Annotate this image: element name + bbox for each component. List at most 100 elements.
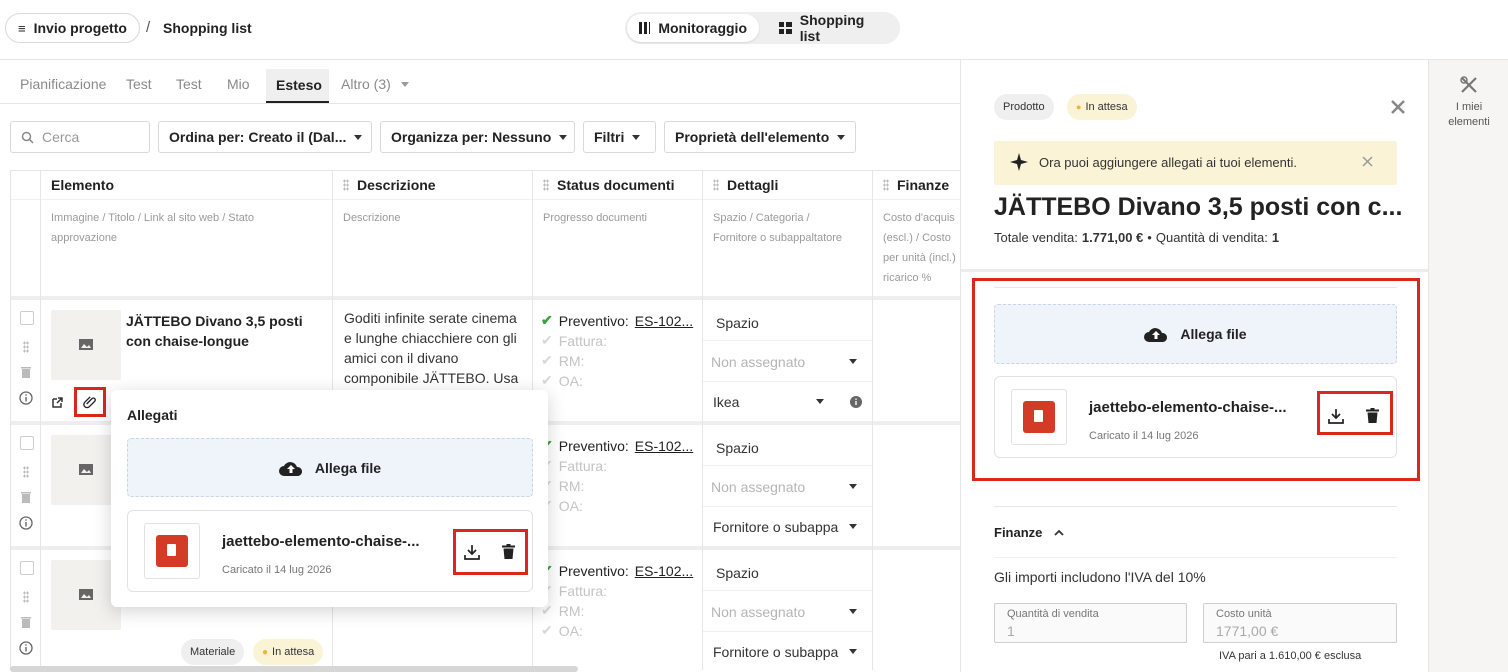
- item-detail-panel: Prodotto ● In attesa Ora puoi aggiungere …: [960, 60, 1429, 672]
- columns-icon: [639, 22, 651, 34]
- drag-handle-icon[interactable]: [23, 591, 29, 603]
- sparkle-icon: [1010, 153, 1028, 171]
- file-name[interactable]: jaettebo-elemento-chaise-...: [222, 533, 420, 550]
- item-thumbnail[interactable]: [51, 310, 121, 380]
- col-subheader-status: Progresso documenti: [543, 208, 647, 228]
- file-date: Caricato il 14 lug 2026: [222, 564, 332, 576]
- sort-dropdown[interactable]: Ordina per: Creato il (Dal...: [158, 121, 372, 153]
- col-header-label: Finanze: [897, 177, 950, 193]
- tab-more[interactable]: Altro (3): [341, 76, 409, 92]
- col-header-details[interactable]: Dettagli: [713, 170, 778, 200]
- row-checkbox[interactable]: [20, 561, 34, 575]
- attach-file-dropzone[interactable]: Allega file: [994, 304, 1397, 364]
- chevron-down-icon: [849, 524, 857, 529]
- finance-section-toggle[interactable]: Finanze: [994, 525, 1065, 540]
- toggle-monitoraggio[interactable]: Monitoraggio: [627, 14, 759, 42]
- section-divider: [994, 557, 1397, 558]
- close-icon[interactable]: [1362, 156, 1373, 167]
- info-icon[interactable]: [850, 396, 862, 408]
- item-title-line: JÄTTEBO Divano 3,5 posti: [126, 313, 303, 329]
- file-preview[interactable]: [144, 523, 200, 579]
- check-icon: ✔: [541, 332, 553, 348]
- col-header-status[interactable]: Status documenti: [543, 170, 674, 200]
- col-header-finance[interactable]: Finanze: [883, 170, 949, 200]
- horizontal-scrollbar[interactable]: [10, 666, 578, 672]
- header-bottom-border: [10, 296, 960, 300]
- quantity-field[interactable]: Quantità di vendita 1: [994, 603, 1187, 643]
- trash-icon[interactable]: [1366, 408, 1379, 423]
- search-box[interactable]: Cerca: [10, 121, 150, 153]
- paperclip-icon[interactable]: [83, 395, 97, 409]
- popover-title: Allegati: [127, 407, 178, 423]
- download-icon[interactable]: [464, 544, 480, 560]
- space-field[interactable]: Spazio: [716, 565, 759, 581]
- col-header-description[interactable]: Descrizione: [343, 170, 436, 200]
- item-title[interactable]: JÄTTEBO Divano 3,5 posti con chaise-long…: [126, 311, 303, 351]
- description-line: amici con il divano: [344, 350, 459, 366]
- row-checkbox[interactable]: [20, 311, 34, 325]
- trash-icon[interactable]: [20, 490, 32, 503]
- check-icon: ✔: [541, 312, 553, 328]
- info-icon[interactable]: [19, 516, 33, 530]
- organize-dropdown[interactable]: Organizza per: Nessuno: [380, 121, 575, 153]
- category-select[interactable]: Non assegnato: [711, 479, 805, 495]
- info-icon[interactable]: [19, 641, 33, 655]
- properties-label: Proprietà dell'elemento: [675, 129, 830, 145]
- file-preview[interactable]: [1011, 389, 1067, 445]
- space-field[interactable]: Spazio: [716, 315, 759, 331]
- tab-esteso[interactable]: Esteso: [266, 69, 329, 103]
- info-banner: Ora puoi aggiungere allegati ai tuoi ele…: [994, 141, 1397, 185]
- quote-link[interactable]: ES-102...: [635, 438, 693, 454]
- row-checkbox[interactable]: [20, 436, 34, 450]
- col-header-element[interactable]: Elemento: [51, 170, 114, 200]
- sort-label: Ordina per: Creato il (Dal...: [169, 129, 347, 145]
- drag-handle-icon[interactable]: [543, 179, 549, 191]
- drag-handle-icon[interactable]: [23, 341, 29, 353]
- toggle-shopping-list-label: Shopping list: [799, 12, 865, 44]
- attach-file-dropzone[interactable]: Allega file: [127, 438, 533, 497]
- tab-pianificazione[interactable]: Pianificazione: [20, 76, 106, 92]
- item-title[interactable]: JÄTTEBO Divano 3,5 posti con c...: [994, 193, 1402, 222]
- product-chip[interactable]: Prodotto: [994, 94, 1054, 120]
- download-icon[interactable]: [1328, 408, 1344, 424]
- document-icon: [1023, 401, 1055, 433]
- external-link-icon[interactable]: [51, 396, 64, 409]
- supplier-select[interactable]: Ikea: [713, 394, 739, 410]
- supplier-select[interactable]: Fornitore o subappa: [713, 519, 838, 535]
- trash-icon[interactable]: [502, 544, 515, 559]
- tab-test-1[interactable]: Test: [126, 76, 152, 92]
- info-icon[interactable]: [19, 391, 33, 405]
- properties-dropdown[interactable]: Proprietà dell'elemento: [664, 121, 856, 153]
- material-chip[interactable]: Materiale: [181, 639, 245, 665]
- supplier-select[interactable]: Fornitore o subappa: [713, 644, 838, 660]
- quote-link[interactable]: ES-102...: [635, 563, 693, 579]
- category-select[interactable]: Non assegnato: [711, 354, 805, 370]
- trash-icon[interactable]: [20, 615, 32, 628]
- filters-dropdown[interactable]: Filtri: [583, 121, 656, 153]
- tab-mio[interactable]: Mio: [227, 76, 250, 92]
- unit-cost-field[interactable]: Costo unità 1771,00 €: [1203, 603, 1397, 643]
- doc-quote: ✔ Preventivo: ES-102...: [541, 312, 693, 329]
- drag-handle-icon[interactable]: [343, 179, 349, 191]
- doc-label: RM:: [558, 477, 585, 494]
- space-field[interactable]: Spazio: [716, 440, 759, 456]
- cloud-upload-icon: [1144, 328, 1168, 342]
- toggle-shopping-list[interactable]: Shopping list: [767, 12, 899, 44]
- drag-handle-icon[interactable]: [713, 179, 719, 191]
- drag-handle-icon[interactable]: [883, 179, 889, 191]
- bullet-separator: •: [1147, 230, 1152, 245]
- quote-link[interactable]: ES-102...: [635, 313, 693, 329]
- close-icon[interactable]: [1391, 100, 1405, 114]
- drag-handle-icon[interactable]: [23, 466, 29, 478]
- item-description[interactable]: Goditi infinite serate cinema e lunghe c…: [344, 308, 518, 388]
- file-name[interactable]: jaettebo-elemento-chaise-...: [1089, 399, 1287, 416]
- category-select[interactable]: Non assegnato: [711, 604, 805, 620]
- my-elements-button[interactable]: I miei elementi: [1429, 76, 1508, 130]
- trash-icon[interactable]: [20, 365, 32, 378]
- status-badge[interactable]: ● In attesa: [253, 639, 324, 665]
- cell-divider: [703, 506, 872, 507]
- tab-test-2[interactable]: Test: [176, 76, 202, 92]
- status-badge[interactable]: ● In attesa: [1067, 94, 1137, 120]
- col-header-label: Descrizione: [357, 177, 436, 193]
- project-menu-button[interactable]: ≡ Invio progetto: [5, 13, 140, 43]
